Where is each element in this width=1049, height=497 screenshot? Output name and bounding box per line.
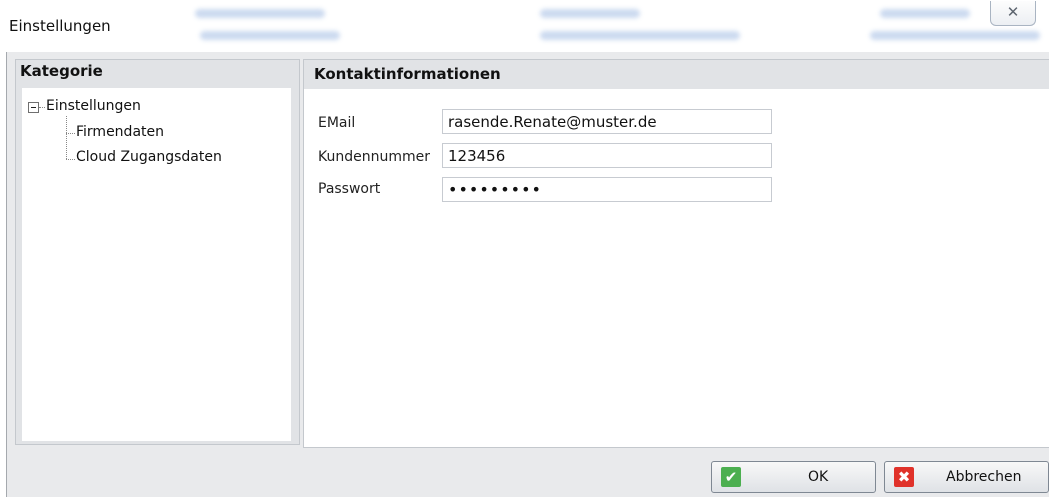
contact-header: Kontaktinformationen (304, 60, 1049, 89)
tree-node-einstellungen[interactable]: Einstellungen (46, 98, 141, 114)
blurred-background (540, 31, 740, 40)
category-tree: Einstellungen Firmendaten Cloud Zugangsd… (22, 88, 291, 441)
ok-button-label: OK (808, 469, 829, 485)
tree-connector (39, 107, 45, 108)
checkmark-icon: ✔ (721, 467, 741, 487)
tree-connector (66, 133, 75, 134)
close-button[interactable]: ✕ (990, 1, 1036, 26)
cross-icon: ✖ (894, 467, 914, 487)
close-icon: ✕ (1006, 3, 1020, 21)
tree-connector (66, 159, 75, 160)
blurred-background (880, 9, 970, 18)
ok-button[interactable]: ✔ OK (711, 461, 876, 493)
blurred-background (200, 31, 340, 40)
password-field[interactable]: ••••••••• (442, 177, 772, 202)
tree-node-cloud-zugangsdaten[interactable]: Cloud Zugangsdaten (76, 149, 222, 165)
collapse-toggle-icon[interactable] (28, 102, 39, 113)
tree-connector (66, 116, 67, 159)
window-title: Einstellungen (9, 17, 111, 35)
cancel-button[interactable]: ✖ Abbrechen (884, 461, 1049, 493)
contact-panel: Kontaktinformationen EMail rasende.Renat… (303, 59, 1049, 448)
blurred-background (540, 9, 640, 18)
window-titlebar: Einstellungen ✕ (0, 0, 1049, 52)
blurred-background (195, 9, 325, 18)
cancel-button-label: Abbrechen (946, 469, 1022, 485)
category-panel: Kategorie Einstellungen Firmendaten Clou… (15, 59, 300, 445)
blurred-background (870, 31, 1040, 40)
password-label: Passwort (318, 181, 381, 197)
customer-number-label: Kundennummer (318, 149, 430, 165)
customer-number-field[interactable]: 123456 (442, 143, 772, 168)
contact-title: Kontaktinformationen (314, 65, 501, 83)
email-label: EMail (318, 115, 356, 131)
category-header: Kategorie (20, 62, 103, 80)
email-field[interactable]: rasende.Renate@muster.de (442, 109, 772, 134)
tree-node-firmendaten[interactable]: Firmendaten (76, 124, 164, 140)
dialog-body: Kategorie Einstellungen Firmendaten Clou… (6, 52, 1049, 497)
